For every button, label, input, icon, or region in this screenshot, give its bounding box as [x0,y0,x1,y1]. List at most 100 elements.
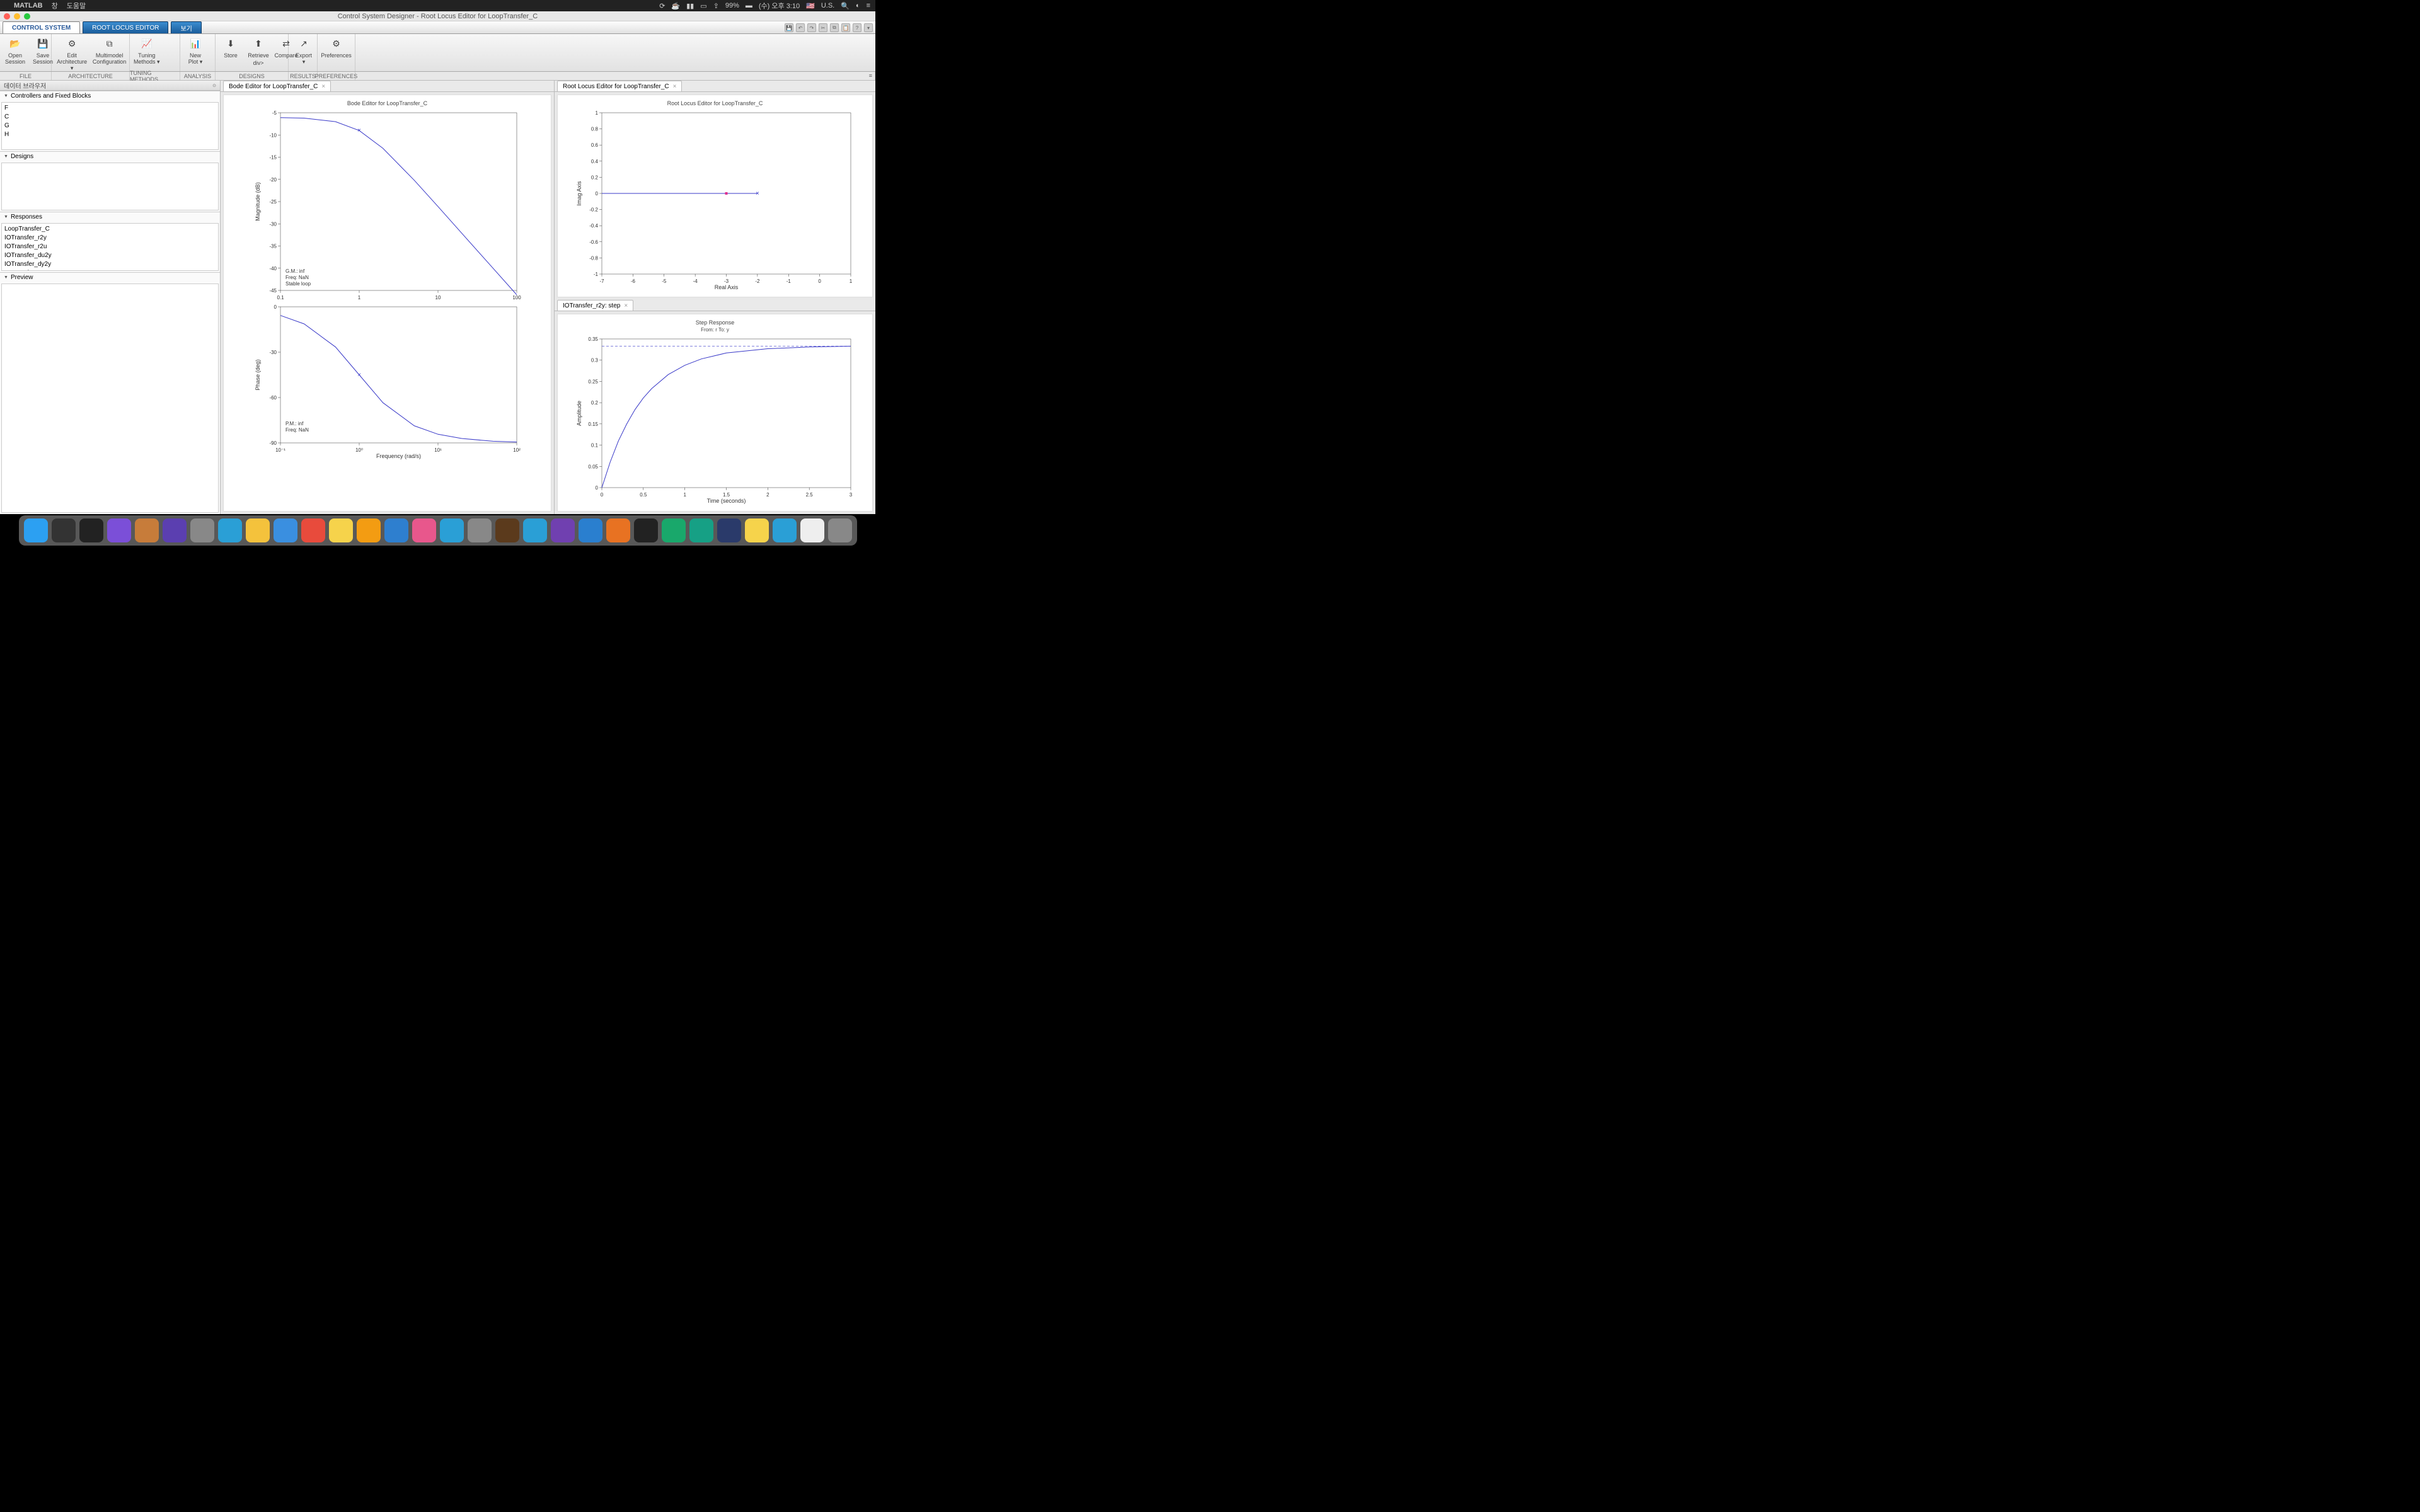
dock-app-launchpad[interactable] [190,518,214,542]
dock-app-notes[interactable] [329,518,353,542]
window-minimize-button[interactable] [14,13,20,20]
controllers-section-header[interactable]: Controllers and Fixed Blocks [0,91,220,101]
svg-text:0.35: 0.35 [588,336,598,342]
list-item[interactable]: IOTransfer_r2y [4,234,216,243]
tab-control-system[interactable]: CONTROL SYSTEM [3,21,80,33]
bode-editor-tab[interactable]: Bode Editor for LoopTransfer_C × [223,81,331,91]
new-plot-button[interactable]: 📊 New Plot ▾ [184,37,207,70]
export-button[interactable]: ↗ Export ▾ [292,37,315,70]
menubar-item-window[interactable]: 창 [52,1,58,11]
wifi-icon[interactable]: ⇪ [713,2,719,10]
step-response-tab[interactable]: IOTransfer_r2y: step × [557,300,633,311]
svg-text:1: 1 [683,492,686,498]
dock-app-textedit[interactable] [800,518,824,542]
responses-list[interactable]: LoopTransfer_C IOTransfer_r2y IOTransfer… [1,223,219,271]
list-item[interactable]: IOTransfer_dy2y [4,260,216,269]
quick-save-icon[interactable]: 💾 [785,23,793,32]
responses-section-header[interactable]: Responses [0,212,220,222]
tuning-methods-button[interactable]: 📈 Tuning Methods ▾ [134,37,160,70]
step-response-plot[interactable]: Step Response From: r To: y 00.050.10.15… [557,314,873,512]
window-zoom-button[interactable] [24,13,30,20]
edit-architecture-button[interactable]: ⚙ Edit Architecture ▾ [55,37,88,72]
dock-app-finder[interactable] [24,518,48,542]
bode-plot-area[interactable]: Bode Editor for LoopTransfer_C -45-40-35… [223,94,551,512]
dock-app-chrome[interactable] [246,518,270,542]
root-locus-tab[interactable]: Root Locus Editor for LoopTransfer_C × [557,81,682,91]
notifications-icon[interactable]: ≡ [867,2,870,9]
gear-icon: ⚙ [329,37,344,52]
dock-app-teamviewer[interactable] [773,518,797,542]
dock-app-webstorm[interactable] [662,518,686,542]
dock-app-itunes[interactable] [412,518,436,542]
tab-view[interactable]: 보기 [171,21,201,33]
macos-dock[interactable] [19,515,857,546]
dock-app-preview[interactable] [384,518,408,542]
dock-app-stickies[interactable] [745,518,769,542]
dock-app-imovie[interactable] [163,518,187,542]
close-icon[interactable]: × [673,83,677,90]
spotlight-icon[interactable]: 🔍 [841,2,850,10]
root-locus-chart[interactable]: -1-0.8-0.6-0.4-0.200.20.40.60.81-7-6-5-4… [573,109,857,292]
dock-app-siri[interactable] [107,518,131,542]
designs-section-header[interactable]: Designs [0,152,220,161]
bode-phase-chart[interactable]: -90-60-30010⁻¹10⁰10¹10²Phase (deg)Freque… [252,303,523,461]
quick-undo-icon[interactable]: ↶ [796,23,805,32]
dock-app-kakaotalk[interactable] [495,518,519,542]
dock-app-guitar[interactable] [135,518,159,542]
multimodel-config-button[interactable]: ⧉ Multimodel Configuration [93,37,125,72]
menubar-item-help[interactable]: 도움말 [67,1,86,11]
dock-app-xcode[interactable] [523,518,547,542]
close-icon[interactable]: × [321,83,325,90]
list-item[interactable]: IOTransfer_r2u [4,243,216,251]
retrieve-button[interactable]: ⬆ Retrieve div> [247,37,270,70]
save-session-button[interactable]: 💾 Save Session [32,37,54,70]
dock-app-vs[interactable] [551,518,575,542]
step-response-chart[interactable]: 00.050.10.150.20.250.30.3500.511.522.53A… [573,335,857,505]
svg-text:0: 0 [595,485,598,491]
control-center-icon[interactable]: ◐ [856,2,860,9]
dock-app-activity[interactable] [79,518,103,542]
list-item[interactable]: C [4,113,216,122]
dock-app-mail[interactable] [274,518,297,542]
help-icon[interactable]: ? [853,23,861,32]
dock-app-terminal[interactable] [52,518,76,542]
bode-magnitude-chart[interactable]: -45-40-35-30-25-20-15-10-50.1110100Magni… [252,109,523,298]
quick-copy-icon[interactable]: ⧉ [830,23,839,32]
list-item[interactable]: LoopTransfer_C [4,225,216,234]
designs-list[interactable] [1,163,219,210]
quick-paste-icon[interactable]: 📋 [841,23,850,32]
dock-app-prefs[interactable] [468,518,492,542]
dock-app-photoshop[interactable] [717,518,741,542]
collapse-panel-icon[interactable]: ⊙ [212,83,216,88]
svg-text:×: × [357,127,361,134]
clock[interactable]: (수) 오후 3:10 [759,1,800,11]
dock-app-vscode[interactable] [579,518,602,542]
minimize-toolstrip-icon[interactable]: ▾ [864,23,873,32]
quick-cut-icon[interactable]: ✂ [819,23,827,32]
dock-app-calendar[interactable] [301,518,325,542]
preferences-button[interactable]: ⚙ Preferences [321,37,351,70]
dock-app-matlab[interactable] [606,518,630,542]
open-session-button[interactable]: 📂 Open Session [4,37,26,70]
dock-app-arduino[interactable] [689,518,713,542]
dock-app-pycharm[interactable] [634,518,658,542]
quick-redo-icon[interactable]: ↷ [807,23,816,32]
dock-app-appstore[interactable] [440,518,464,542]
dock-app-trash[interactable] [828,518,852,542]
preview-section-header[interactable]: Preview [0,273,220,282]
list-item[interactable]: H [4,130,216,139]
store-button[interactable]: ⬇ Store [219,37,242,70]
controllers-list[interactable]: F C G H [1,102,219,150]
expand-icon[interactable]: ≡ [869,72,872,79]
root-locus-plot[interactable]: Root Locus Editor for LoopTransfer_C -1-… [557,94,873,297]
dock-app-reminders[interactable] [357,518,381,542]
tab-root-locus-editor[interactable]: ROOT LOCUS EDITOR [83,21,168,33]
window-close-button[interactable] [4,13,10,20]
list-item[interactable]: IOTransfer_du2y [4,251,216,260]
close-icon[interactable]: × [624,302,628,309]
list-item[interactable]: IOTransfer_n2y [4,269,216,271]
list-item[interactable]: F [4,104,216,113]
list-item[interactable]: G [4,122,216,130]
menubar-app-name[interactable]: MATLAB [14,2,43,9]
dock-app-safari[interactable] [218,518,242,542]
